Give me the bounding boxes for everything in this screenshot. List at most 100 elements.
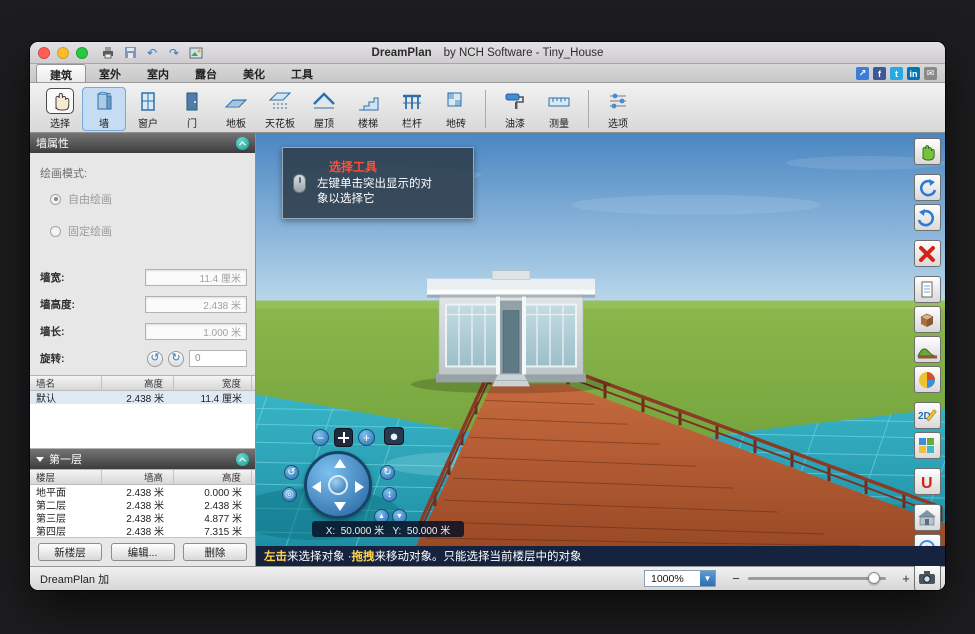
redo-button[interactable]: ↷: [166, 45, 182, 60]
rotate-left-button[interactable]: ↺: [284, 465, 299, 480]
floors-col-wallheight[interactable]: 墙高: [102, 470, 174, 484]
draw-mode-label: 绘画模式:: [30, 165, 255, 181]
rotate-input[interactable]: [189, 350, 247, 367]
tab-outdoor[interactable]: 室外: [86, 64, 134, 82]
tool-window[interactable]: 窗户: [126, 87, 170, 131]
stairs-icon: [355, 89, 381, 113]
zoom-slider-minus[interactable]: −: [730, 571, 742, 586]
tool-measure[interactable]: 测量: [537, 87, 581, 131]
tool-select[interactable]: 选择: [38, 87, 82, 131]
tool-ceiling[interactable]: 天花板: [258, 87, 302, 131]
save-button[interactable]: [122, 45, 138, 60]
delete-floor-button[interactable]: 删除: [183, 543, 247, 561]
zoom-slider-knob[interactable]: [868, 572, 880, 584]
rotate-ccw-button[interactable]: ↺: [147, 351, 163, 367]
tool-stairs[interactable]: 楼梯: [346, 87, 390, 131]
floors-col-story[interactable]: 楼层: [30, 470, 102, 484]
orbit-button[interactable]: ◎: [282, 487, 297, 502]
share-button[interactable]: ↗: [856, 67, 869, 80]
tab-building[interactable]: 建筑: [36, 64, 86, 82]
rotate-right-button[interactable]: ↻: [380, 465, 395, 480]
floors-col-elevation[interactable]: 高度: [174, 470, 252, 484]
tool-railing[interactable]: 栏杆: [390, 87, 434, 131]
facebook-button[interactable]: f: [873, 67, 886, 80]
tab-deck[interactable]: 露台: [182, 64, 230, 82]
arrow-down-icon[interactable]: [334, 502, 346, 511]
delete-x-icon: [916, 243, 938, 265]
viewport-3d[interactable]: 选择工具 左键单击突出显示的对 象以选择它 − +: [256, 133, 945, 566]
texture-button[interactable]: [914, 306, 941, 333]
terrain-button[interactable]: [914, 336, 941, 363]
view-2d-button[interactable]: 2D: [914, 402, 941, 429]
zoom-slider[interactable]: [748, 577, 886, 580]
tool-options[interactable]: 选项: [596, 87, 640, 131]
building-view-button[interactable]: [914, 504, 941, 531]
tool-floor[interactable]: 地板: [214, 87, 258, 131]
walls-col-name[interactable]: 墙名: [30, 376, 102, 390]
tab-tools[interactable]: 工具: [278, 64, 326, 82]
paint-roller-icon: [502, 89, 528, 113]
walls-col-width[interactable]: 宽度: [174, 376, 252, 390]
delete-button[interactable]: [914, 240, 941, 267]
rotate-cw-button[interactable]: ↻: [168, 351, 184, 367]
zoom-out-button[interactable]: −: [312, 429, 329, 446]
zoom-window-button[interactable]: [76, 47, 88, 59]
zoom-slider-plus[interactable]: +: [900, 571, 912, 586]
copy-button[interactable]: [914, 276, 941, 303]
chart-button[interactable]: [914, 366, 941, 393]
zoom-select[interactable]: 1000% ▼: [644, 570, 716, 587]
app-name: DreamPlan: [372, 47, 432, 59]
cube-icon: [916, 309, 938, 331]
view-toolbar: 2D U: [912, 138, 942, 590]
collapse-triangle-icon[interactable]: [36, 457, 44, 462]
arrow-up-icon[interactable]: [334, 459, 346, 468]
linkedin-button[interactable]: in: [907, 67, 920, 80]
railing-icon: [399, 89, 425, 113]
pan-mode-button[interactable]: [334, 428, 353, 447]
orbit-left-button[interactable]: [914, 174, 941, 201]
snapshot-button[interactable]: [188, 45, 204, 60]
tool-tile[interactable]: 地砖: [434, 87, 478, 131]
screenshot-stage: ↶ ↷ DreamPlanby NCH Software - Tiny_Hous…: [0, 0, 975, 634]
tool-roof[interactable]: 屋顶: [302, 87, 346, 131]
compass-center-button[interactable]: [328, 475, 348, 495]
collapse-panel-button[interactable]: [236, 137, 249, 150]
zoom-in-button[interactable]: +: [358, 429, 375, 446]
plan-view-button[interactable]: [914, 432, 941, 459]
camera-view-button[interactable]: [384, 427, 404, 445]
email-button[interactable]: ✉: [924, 67, 937, 80]
up-triangle-icon: ▲: [378, 513, 385, 520]
edit-floor-button[interactable]: 编辑...: [111, 543, 175, 561]
orbit-right-button[interactable]: [914, 204, 941, 231]
orbit-right-icon: [916, 207, 938, 229]
wall-height-input[interactable]: [145, 296, 247, 313]
radio-fixed-draw[interactable]: 固定绘画: [50, 223, 255, 239]
pan-tool-button[interactable]: [914, 138, 941, 165]
wall-length-input[interactable]: [145, 323, 247, 340]
close-window-button[interactable]: [38, 47, 50, 59]
tilt-button[interactable]: ↕: [382, 487, 397, 502]
undo-button[interactable]: ↶: [144, 45, 160, 60]
tab-interior[interactable]: 室内: [134, 64, 182, 82]
arrow-right-icon[interactable]: [355, 481, 364, 493]
arrow-left-icon[interactable]: [312, 481, 321, 493]
tab-landscaping[interactable]: 美化: [230, 64, 278, 82]
pie-chart-icon: [916, 369, 938, 391]
collapse-panel-button[interactable]: [236, 453, 249, 466]
wall-width-input[interactable]: [145, 269, 247, 286]
radio-icon: [50, 194, 61, 205]
print-button[interactable]: [100, 45, 116, 60]
camera-button[interactable]: [914, 564, 941, 590]
minimize-window-button[interactable]: [57, 47, 69, 59]
tool-paint[interactable]: 油漆: [493, 87, 537, 131]
compass-control[interactable]: [304, 451, 372, 519]
navigation-widget: − + ↺ ◎ ↻ ↕ ▲ ▼: [288, 429, 418, 529]
new-floor-button[interactable]: 新楼层: [38, 543, 102, 561]
undo-button[interactable]: U: [914, 468, 941, 495]
tool-wall[interactable]: 墙: [82, 87, 126, 131]
radio-free-draw[interactable]: 自由绘画: [50, 191, 255, 207]
walls-col-height[interactable]: 高度: [102, 376, 174, 390]
table-row[interactable]: 默认 2.438 米 11.4 厘米: [30, 391, 255, 404]
twitter-button[interactable]: t: [890, 67, 903, 80]
tool-door[interactable]: 门: [170, 87, 214, 131]
